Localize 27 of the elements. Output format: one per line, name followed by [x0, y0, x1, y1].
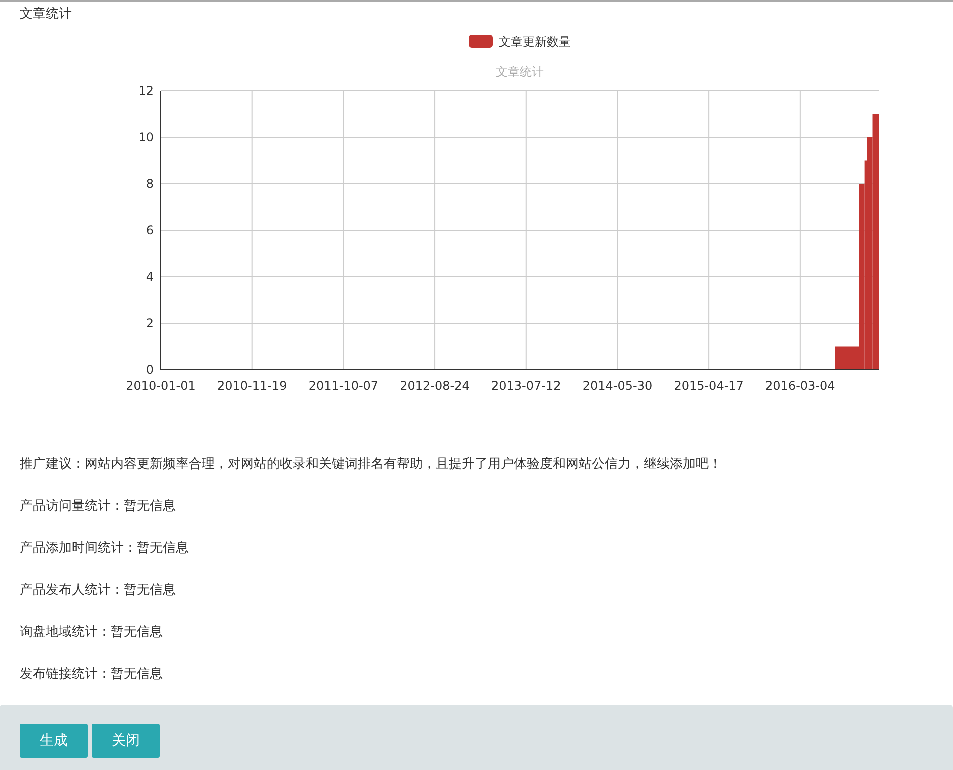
x-tick-label: 2010-11-19: [217, 379, 288, 393]
x-tick-label: 2013-07-12: [492, 379, 562, 393]
y-tick-label: 6: [146, 224, 154, 238]
y-tick-label: 4: [146, 270, 154, 284]
x-tick-label: 2014-05-30: [582, 379, 653, 393]
stat-text: 产品访问量统计：暂无信息: [20, 498, 177, 515]
y-tick-label: 8: [146, 177, 154, 191]
x-tick-label: 2011-10-07: [308, 379, 379, 393]
chart-title: 文章统计: [496, 65, 544, 79]
section-title: 文章统计: [19, 6, 73, 23]
stat-text: 产品发布人统计：暂无信息: [20, 582, 177, 599]
x-tick-label: 2015-04-17: [674, 379, 744, 393]
y-tick-label: 10: [138, 130, 154, 144]
legend-swatch-icon: [469, 35, 493, 48]
y-tick-label: 0: [146, 363, 154, 377]
stat-text: 询盘地域统计：暂无信息: [20, 624, 164, 641]
x-tick-label: 2016-03-04: [766, 379, 836, 393]
action-button[interactable]: 关闭: [92, 724, 160, 758]
x-tick-label: 2010-01-01: [126, 379, 196, 393]
legend-label: 文章更新数量: [499, 35, 571, 49]
stat-text: 发布链接统计：暂无信息: [20, 666, 164, 683]
action-button[interactable]: 生成: [20, 724, 88, 758]
stat-text: 产品添加时间统计：暂无信息: [20, 540, 190, 557]
y-tick-label: 12: [138, 84, 154, 98]
advice-text: 推广建议：网站内容更新频率合理，对网站的收录和关键词排名有帮助，且提升了用户体验度和网站公信力，继续添加吧！: [20, 456, 723, 473]
x-tick-label: 2012-08-24: [400, 379, 470, 393]
y-tick-label: 2: [146, 316, 154, 330]
